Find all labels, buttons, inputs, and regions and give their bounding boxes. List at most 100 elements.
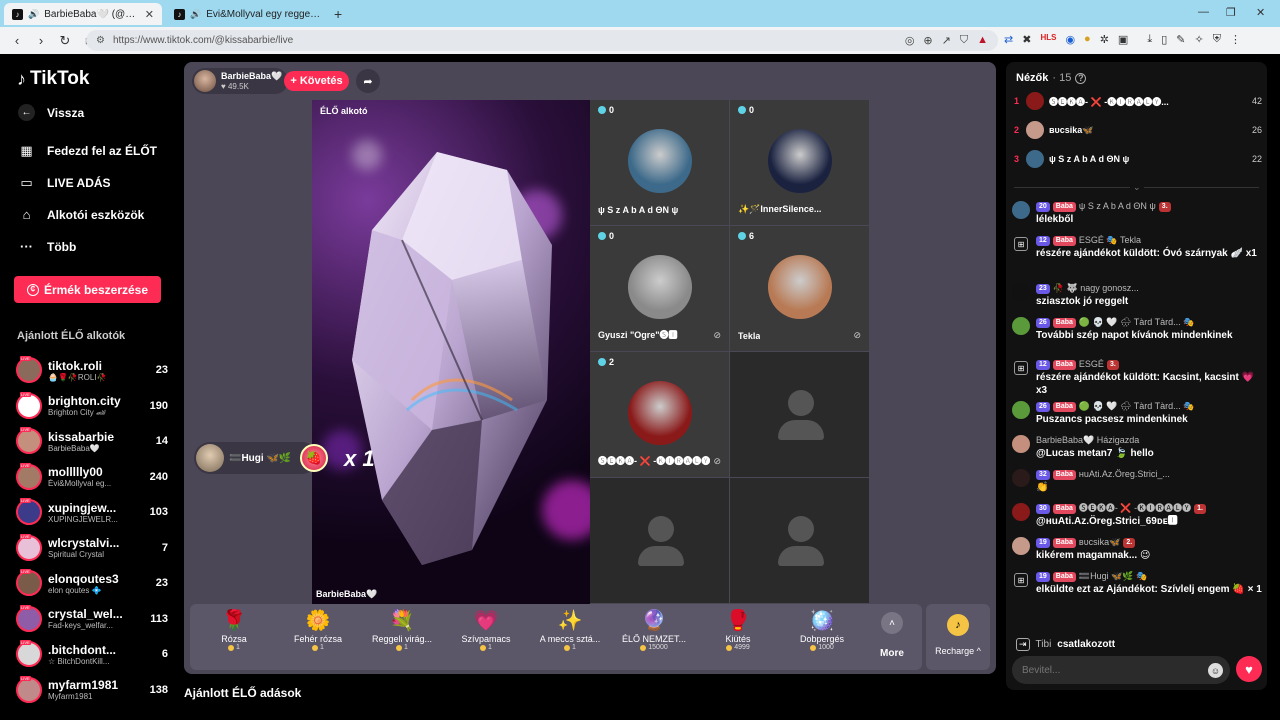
gift-item[interactable]: 🥊 Kiütés 4999 [696,608,780,668]
live-badge: LIVE [20,640,31,645]
back-icon[interactable]: ‹ [10,33,24,48]
gift-item[interactable]: 🌼 Fehér rózsa 1 [276,608,360,668]
nav-more[interactable]: ··· Több [18,239,76,254]
browser-tab-1[interactable]: ♪ 🔊 BarbieBaba🤍 (@kissabarbie ✕ [4,3,162,25]
chat-message[interactable]: ⊞ 12 Baba ESGÉ 3. részére ajándékot küldött: … [1012,358,1262,397]
extension-color-icon[interactable]: ● [1084,33,1091,46]
get-coins-button[interactable]: ₵ Érmék beszerzése [14,276,161,303]
info-icon[interactable]: ? [1075,72,1087,84]
tab-close-icon[interactable]: ✕ [145,8,154,21]
empty-guest-slot[interactable] [590,478,729,603]
nav-live-studio[interactable]: ▭ LIVE ADÁS [18,175,110,191]
cast-icon[interactable]: ◎ [905,34,915,47]
share-page-icon[interactable]: ↗ [942,34,951,47]
creator-item[interactable]: LIVE brighton.city Brighton City 🏎 190 [16,390,168,422]
creator-item[interactable]: LIVE wlcrystalvi... Spiritual Crystal 7 [16,532,168,564]
shield-icon[interactable]: ⛉ [960,34,968,47]
guest-tile[interactable]: 0 ✨🪄InnerSilence... [730,100,869,225]
creator-item[interactable]: LIVE xupingjew... XUPINGJEWELR... 103 [16,496,168,528]
heart-icon[interactable]: ♥ [1236,656,1262,682]
chat-input[interactable] [1012,656,1230,684]
chevron-down-icon[interactable]: ⌄ [1130,182,1144,193]
chat-message[interactable]: ⊞ 19 Baba 🟰Hugi 🦋🌿 🎭 elküldte ezt az Ajándék… [1012,570,1262,596]
top-viewer-row[interactable]: 3 ψ S z A b A d ΘN ψ 22 [1014,148,1262,170]
chat-message[interactable]: BarbieBaba🤍 Házigazda @Lucas metan7 🍃 hel… [1012,434,1262,460]
emoji-icon[interactable]: ☺ [1208,663,1223,678]
share-icon[interactable]: ➦ [356,69,380,93]
viewer-score: 26 [1251,125,1262,135]
main-video[interactable]: ÉLŐ alkotó BarbieBaba🤍 [312,100,590,604]
vpn-icon[interactable]: ⛨ [1213,33,1221,46]
top-viewer-row[interactable]: 1 🅢🅔🅚🅐- ❌ -🅚🅘🅡🅐🅛🅨... 42 [1014,90,1262,112]
zoom-icon[interactable]: ⊕ [923,34,932,47]
address-bar[interactable]: ⚙ https://www.tiktok.com/@kissabarbie/li… [86,30,998,51]
nav-creator-tools[interactable]: ⌂ Alkotói eszközök [18,207,145,222]
guest-tile[interactable]: 0 Gyuszi "Ogre"🅢🅸 ⊘ [590,226,729,351]
menu-icon[interactable]: ⋮ [1230,33,1241,46]
empty-guest-slot[interactable] [730,352,869,477]
browser-tab-2[interactable]: ♪ 🔊 Évi&Mollyval egy reggeli ☕😍 [166,3,330,25]
nav-explore-live[interactable]: ▦ Fedezd fel az ÉLŐT [18,143,157,159]
forward-icon[interactable]: › [34,33,48,48]
ai-icon[interactable]: ✧ [1194,33,1203,46]
warning-icon[interactable]: ▲ [977,34,988,47]
tiktok-logo[interactable]: ♪ TikTok [17,68,89,90]
recharge-button[interactable]: ♪ Recharge ^ [926,604,990,670]
guest-tile[interactable]: 0 ψ S z A b A d ΘN ψ [590,100,729,225]
extension-puzzle-icon[interactable]: ✲ [1100,33,1109,46]
gift-3-icon: 💐 [389,610,415,632]
gift-item[interactable]: 💐 Reggeli virág... 1 [360,608,444,668]
back-link[interactable]: ← Vissza [18,104,84,121]
message-text: lélekből [1036,214,1074,225]
host-chip[interactable]: BarbieBaba🤍 ♥ 49.5K [192,68,289,94]
download-icon[interactable]: ⤓ [1147,33,1152,46]
minimize-icon[interactable]: — [1198,6,1209,18]
new-tab-icon[interactable]: + [334,6,342,22]
creator-item[interactable]: LIVE kissabarbie BarbieBaba🤍 14 [16,425,168,457]
guest-tile[interactable]: 2 🅢🅔🅚🅐- ❌ -🅚🅘🅡🅐🅛🅨 ⊘ [590,352,729,477]
chat-message[interactable]: 26 Baba 🟢 💀 🤍 🌧 Tàrd Tàrd... 🎭 Puszancs pac… [1012,400,1262,426]
empty-guest-slot[interactable] [730,478,869,603]
gift-name: Reggeli virág... [371,634,433,644]
creator-item[interactable]: LIVE mollllly00 Évi&Mollyval eg... 240 [16,461,168,493]
extension-box-icon[interactable]: ▣ [1118,33,1128,46]
extension-x-icon[interactable]: ✖ [1022,33,1031,46]
chat-message[interactable]: 23 🥀 🐺 nagy gonosz... sziasztok jó reggelt [1012,282,1262,308]
message-header: 20 Baba ψ S z A b A d ΘN ψ 3. [1036,200,1171,213]
guest-tile[interactable]: 6 Tekla ⊘ [730,226,869,351]
chat-message[interactable]: 26 Baba 🟢 💀 🤍 🌧 Tàrd Tàrd... 🎭 További szép… [1012,316,1262,342]
gift-item[interactable]: 💗 Szívpamacs 1 [444,608,528,668]
creator-item[interactable]: LIVE tiktok.roli 🧁🌹🥀ROLI🥀 23 [16,354,168,386]
maximize-icon[interactable]: ❐ [1226,6,1236,19]
gift-item[interactable]: 🪩 Dobpergés 1000 [780,608,864,668]
message-header: 30 Baba 🅢🅔🅚🅐- ❌ -🅚🅘🅡🅐🅛🅨 1. [1036,502,1206,515]
creator-item[interactable]: LIVE myfarm1981 Myfarm1981 138 [16,674,168,706]
chat-message[interactable]: 20 Baba ψ S z A b A d ΘN ψ 3. lélekből [1012,200,1262,226]
creator-item[interactable]: LIVE crystal_wel... Fad-keys_welfar... 113 [16,603,168,635]
pen-icon[interactable]: ✎ [1176,33,1185,46]
extension-globe-icon[interactable]: ◉ [1065,33,1075,46]
reload-icon[interactable]: ↻ [58,33,72,49]
creator-subtitle: Myfarm1981 [48,692,93,701]
translate-icon[interactable]: ⇄ [1004,33,1013,46]
gift-item[interactable]: 🌹 Rózsa 1 [192,608,276,668]
follow-button[interactable]: + Követés [284,71,349,91]
gift-item[interactable]: 🔮 ÉLŐ NEMZET... 15000 [612,608,696,668]
close-window-icon[interactable]: ✕ [1256,6,1265,19]
creator-name: elonqoutes3 [48,571,119,586]
chat-message[interactable]: 32 Baba ʜuAti.Az.Öreg.Strici_... 👏 [1012,468,1262,494]
gift-item[interactable]: ✨ A meccs sztá... 1 [528,608,612,668]
calendar-icon: ▦ [20,143,33,158]
more-gifts-button[interactable]: ˄ More [868,612,916,659]
chat-message[interactable]: ⊞ 12 Baba ESGÉ 🎭 Tekla részére ajándékot kül… [1012,234,1262,260]
message-text: További szép napot kívánok mindenkinek [1036,330,1233,341]
site-settings-icon[interactable]: ⚙ [96,35,105,46]
extension-hls-icon[interactable]: HLS [1040,33,1056,46]
creator-item[interactable]: LIVE .bitchdont... ☆ BitchDontKill... 6 [16,638,168,670]
chat-message[interactable]: 30 Baba 🅢🅔🅚🅐- ❌ -🅚🅘🅡🅐🅛🅨 1. @ʜuAti.Az.Öreg.St… [1012,502,1262,528]
sidebar-toggle-icon[interactable]: ▯ [1161,33,1167,46]
chat-message[interactable]: 19 Baba ʙᴜcsika🦋 2. kikérem magamnak... 😉 [1012,536,1262,562]
creator-item[interactable]: LIVE elonqoutes3 elon qoutes 💠 23 [16,567,168,599]
extension-icons: ⇄ ✖ HLS ◉ ● ✲ ▣ ⤓ ▯ ✎ ✧ ⛨ ⋮ [1004,33,1241,46]
top-viewer-row[interactable]: 2 ʙᴜcsika🦋 26 [1014,119,1262,141]
